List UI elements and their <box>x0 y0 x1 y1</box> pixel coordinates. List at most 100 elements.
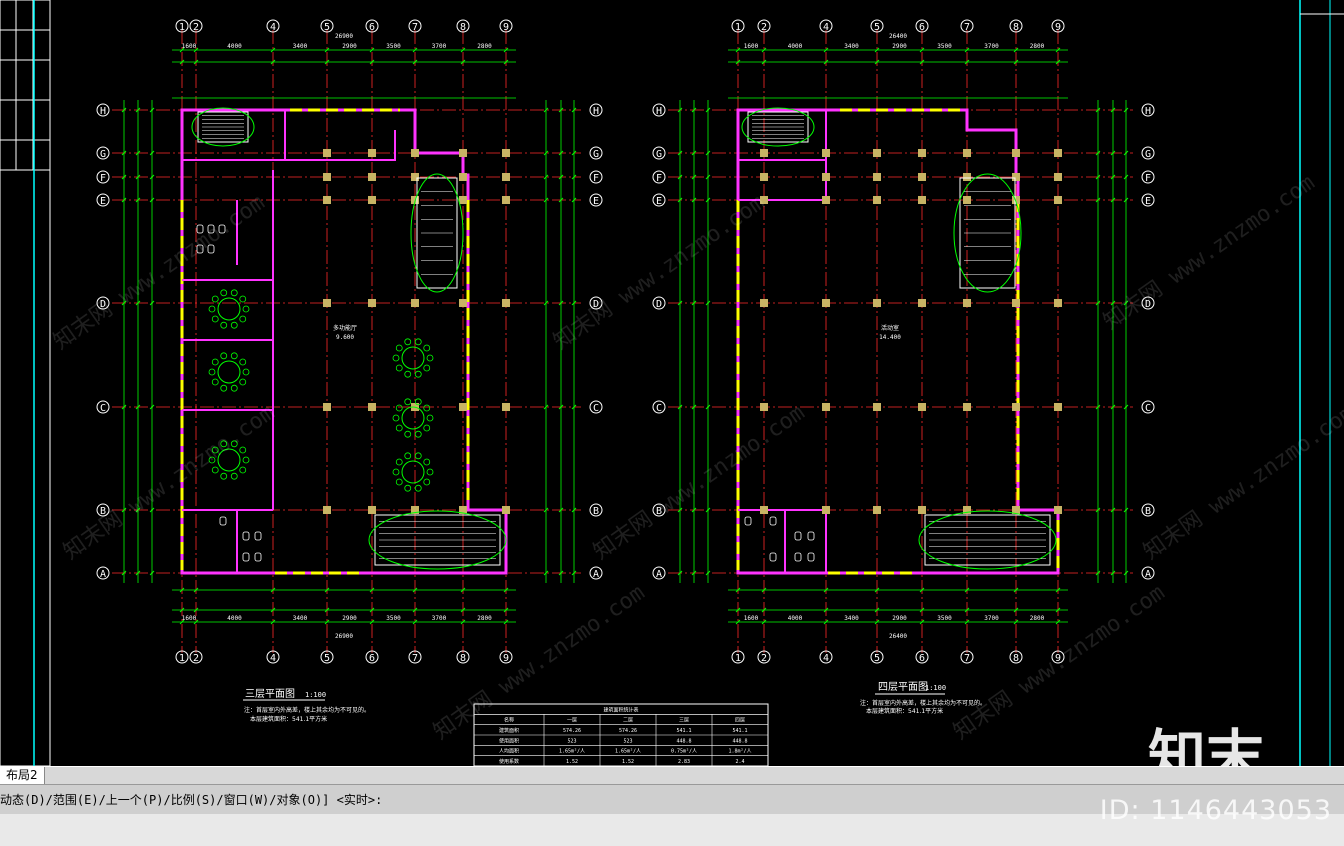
column <box>368 506 376 514</box>
interior-wall <box>285 130 396 161</box>
grid-number: 1 <box>735 22 741 33</box>
chair <box>423 344 431 352</box>
exterior-wall <box>736 108 1060 575</box>
column <box>411 173 419 181</box>
chair <box>230 352 238 360</box>
table-header-cell: 三层 <box>679 718 689 724</box>
table-cell: 541.1 <box>676 728 691 734</box>
grid-letter: D <box>656 299 662 310</box>
column <box>368 403 376 411</box>
chair <box>211 295 219 303</box>
column <box>873 403 881 411</box>
chair <box>414 484 422 492</box>
chair <box>242 456 250 464</box>
grid-number: 5 <box>874 22 880 33</box>
chair <box>395 478 403 486</box>
column <box>1054 196 1062 204</box>
column <box>822 196 830 204</box>
table-cell: 2.4 <box>735 759 744 765</box>
column <box>459 196 467 204</box>
column <box>459 403 467 411</box>
column <box>368 149 376 157</box>
table-cell: 1.65m²/人 <box>559 749 585 755</box>
dim-text: 4000 <box>227 615 242 622</box>
column <box>918 149 926 157</box>
watermark-text: 知末网 www.znzmo.com <box>589 400 809 565</box>
dim-text: 3500 <box>386 615 401 622</box>
chair <box>423 404 431 412</box>
column <box>873 149 881 157</box>
dim-text: 3400 <box>844 43 859 50</box>
grid-letter: A <box>100 569 106 580</box>
table-cell: 1.52 <box>566 759 578 765</box>
column <box>1054 149 1062 157</box>
chair <box>426 354 434 362</box>
grid-letter: H <box>1145 106 1151 117</box>
chair <box>404 398 412 406</box>
column <box>873 299 881 307</box>
watermark-text: 知末网 www.znzmo.com <box>1139 400 1344 565</box>
column <box>918 196 926 204</box>
grid-number: 4 <box>823 653 829 664</box>
grid-number: 4 <box>823 22 829 33</box>
dim-text: 2800 <box>1030 43 1045 50</box>
toilet-fixture <box>744 516 752 526</box>
column <box>963 149 971 157</box>
column <box>459 173 467 181</box>
table-cell: 574.26 <box>619 728 637 734</box>
right-floor-plan: 1122445566778899H HG GF FE ED DC CB BA A16001600… <box>652 19 1155 664</box>
chair <box>230 384 238 392</box>
chair <box>395 424 403 432</box>
column <box>1054 403 1062 411</box>
chair <box>414 452 422 460</box>
column <box>822 403 830 411</box>
cad-drawing-canvas[interactable]: 1122445566778899H HG GF FE ED DC CB BA A16001600… <box>0 0 1344 766</box>
grid-letter: E <box>1145 196 1151 207</box>
column <box>368 173 376 181</box>
tab-layout2[interactable]: 布局2 <box>0 767 45 784</box>
title-block <box>0 0 51 766</box>
dim-text: 1600 <box>744 43 759 50</box>
dim-text: 2900 <box>342 615 357 622</box>
chair <box>404 338 412 346</box>
grid-letter: H <box>100 106 106 117</box>
table-cell: 541.1 <box>732 728 747 734</box>
watermark-text: 知末网 www.znzmo.com <box>49 190 269 355</box>
dim-text: 2900 <box>892 43 907 50</box>
right-plan-scale: 1:100 <box>925 684 946 692</box>
grid-number: 9 <box>1055 22 1061 33</box>
column <box>760 506 768 514</box>
chair <box>404 370 412 378</box>
layout-tab-bar: 布局2 <box>0 766 1344 785</box>
chair <box>242 368 250 376</box>
dim-text: 2800 <box>477 615 492 622</box>
chair <box>220 384 228 392</box>
chair <box>414 430 422 438</box>
grid-letter: E <box>593 196 599 207</box>
column <box>323 173 331 181</box>
grid-letter: A <box>593 569 599 580</box>
round-table <box>401 460 425 484</box>
column <box>502 149 510 157</box>
table-header-cell: 一层 <box>567 718 577 724</box>
grid-number: 8 <box>1013 22 1019 33</box>
column <box>323 506 331 514</box>
grid-letter: F <box>593 173 599 184</box>
left-plan-note1: 注：首层室内外高差，楼上其余均为不可见的。 <box>244 706 370 714</box>
column <box>1012 403 1020 411</box>
grid-letter: G <box>1145 149 1151 160</box>
column <box>323 196 331 204</box>
watermark-text: 知末网 www.znzmo.com <box>949 580 1169 745</box>
column <box>873 173 881 181</box>
chair <box>426 414 434 422</box>
grid-number: 9 <box>503 653 509 664</box>
left-plan-scale: 1:100 <box>305 691 326 699</box>
table-cell: 448.8 <box>732 738 747 744</box>
toilet-fixture <box>807 531 815 541</box>
grid-letter: G <box>593 149 599 160</box>
column <box>459 299 467 307</box>
chair <box>239 295 247 303</box>
right-plan-note2: 本层建筑面积：541.1平方米 <box>866 707 943 715</box>
grid-number: 1 <box>179 22 185 33</box>
dim-text: 3400 <box>844 615 859 622</box>
